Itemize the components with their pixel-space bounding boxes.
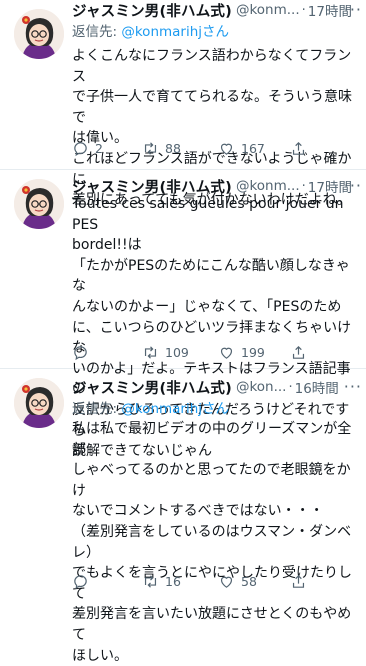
like-count: 58 — [241, 574, 257, 589]
tweet-line: （差別発言をしているのはウスマン・ダンベレ） — [72, 523, 352, 561]
like-button[interactable]: 58 — [218, 573, 257, 590]
tweet-line: bordel!!は — [72, 237, 142, 254]
separator-dot: · — [288, 379, 293, 395]
display-name[interactable]: ジャスミン男(非ハム式) — [72, 0, 232, 20]
retweet-icon — [144, 575, 157, 588]
display-name[interactable]: ジャスミン男(非ハム式) — [72, 377, 232, 397]
retweet-count: 109 — [165, 345, 189, 360]
avatar[interactable] — [14, 9, 64, 59]
more-icon[interactable]: ··· — [344, 176, 362, 195]
retweet-count: 16 — [165, 574, 181, 589]
retweet-icon — [144, 346, 157, 359]
tweet-line: んないのかよー」じゃなくて、「PESのため — [72, 298, 342, 315]
more-icon[interactable]: ··· — [344, 377, 362, 396]
like-button[interactable]: 167 — [218, 140, 265, 157]
share-icon — [292, 141, 305, 155]
reply-button[interactable]: 2 — [72, 140, 103, 157]
reply-context: 返信先: @konmarihjさん — [72, 397, 229, 417]
tweet-line: しゃべってるのかと思ってたので老眼鏡をかけ — [72, 462, 351, 499]
action-bar: 2 88 167 — [72, 140, 322, 160]
like-button[interactable]: 199 — [218, 344, 265, 361]
reply-to-handle[interactable]: @konmarihjさん — [121, 401, 229, 417]
tweet-header: ジャスミン男(非ハム式) @konm... · 17時間 — [72, 0, 358, 20]
tweet-line: Toutes ces sales gueules pour jouer un P… — [72, 196, 349, 233]
tweet-line: で子供一人で育ててられるな。そういう意味で — [72, 89, 352, 126]
reply-count: 2 — [95, 141, 103, 156]
reply-icon — [74, 346, 87, 361]
more-icon[interactable]: ··· — [344, 0, 362, 19]
timestamp[interactable]: 16時間 — [295, 377, 339, 397]
avatar[interactable] — [14, 179, 64, 229]
like-icon — [220, 576, 233, 588]
reply-prefix: 返信先: — [72, 401, 122, 417]
tweet-header: ジャスミン男(非ハム式) @kon... · 16時間 — [72, 377, 358, 397]
reply-button[interactable] — [72, 344, 95, 361]
like-count: 199 — [241, 345, 265, 360]
reply-context: 返信先: @konmarihjさん — [72, 20, 229, 40]
tweet-1[interactable]: ジャスミン男(非ハム式) @konm... · 17時間 ··· 返信先: @k… — [0, 0, 366, 208]
reply-icon — [74, 575, 87, 590]
share-button[interactable] — [290, 573, 313, 590]
user-handle[interactable]: @konm... — [236, 178, 300, 194]
like-icon — [220, 347, 233, 359]
tweet-text: 私は私で最初ビデオの中のグリーズマンが全部 しゃべってるのかと思ってたので老眼鏡… — [72, 419, 360, 666]
reply-icon — [74, 142, 87, 157]
retweet-icon — [144, 142, 157, 155]
retweet-button[interactable]: 16 — [142, 573, 181, 590]
user-handle[interactable]: @konm... — [236, 2, 300, 18]
share-button[interactable] — [290, 344, 313, 361]
tweet-line: 私は私で最初ビデオの中のグリーズマンが全部 — [72, 421, 352, 458]
reply-button[interactable] — [72, 573, 95, 590]
tweet-line: よくこんなにフランス語わからなくてフランス — [72, 48, 352, 85]
tweet-3[interactable]: ジャスミン男(非ハム式) @kon... · 16時間 ··· 返信先: @ko… — [0, 369, 366, 664]
like-count: 167 — [241, 141, 265, 156]
tweet-header: ジャスミン男(非ハム式) @konm... · 17時間 — [72, 176, 358, 196]
share-icon — [292, 574, 305, 588]
retweet-count: 88 — [165, 141, 181, 156]
reply-prefix: 返信先: — [72, 24, 122, 40]
tweet-line: 差別発言を言いたい放題にさせとくのもやめて — [72, 606, 352, 643]
action-bar: 16 58 — [72, 573, 322, 593]
action-bar: 109 199 — [72, 344, 322, 364]
share-icon — [292, 345, 305, 359]
avatar[interactable] — [14, 378, 64, 428]
retweet-button[interactable]: 109 — [142, 344, 189, 361]
separator-dot: · — [301, 178, 306, 194]
user-handle[interactable]: @kon... — [236, 379, 287, 395]
separator-dot: · — [301, 2, 306, 18]
reply-to-handle[interactable]: @konmarihjさん — [121, 24, 229, 40]
display-name[interactable]: ジャスミン男(非ハム式) — [72, 176, 232, 196]
tweet-line: ないでコメントするべきではない・・・ — [72, 503, 324, 520]
retweet-button[interactable]: 88 — [142, 140, 181, 157]
like-icon — [220, 143, 233, 155]
tweet-line: 「たかがPESのためにこんな酷い顔しなきゃな — [72, 257, 350, 295]
share-button[interactable] — [290, 140, 313, 157]
tweet-2[interactable]: ジャスミン男(非ハム式) @konm... · 17時間 ··· Toutes … — [0, 170, 366, 459]
tweet-line: ほしい。 — [72, 647, 128, 664]
